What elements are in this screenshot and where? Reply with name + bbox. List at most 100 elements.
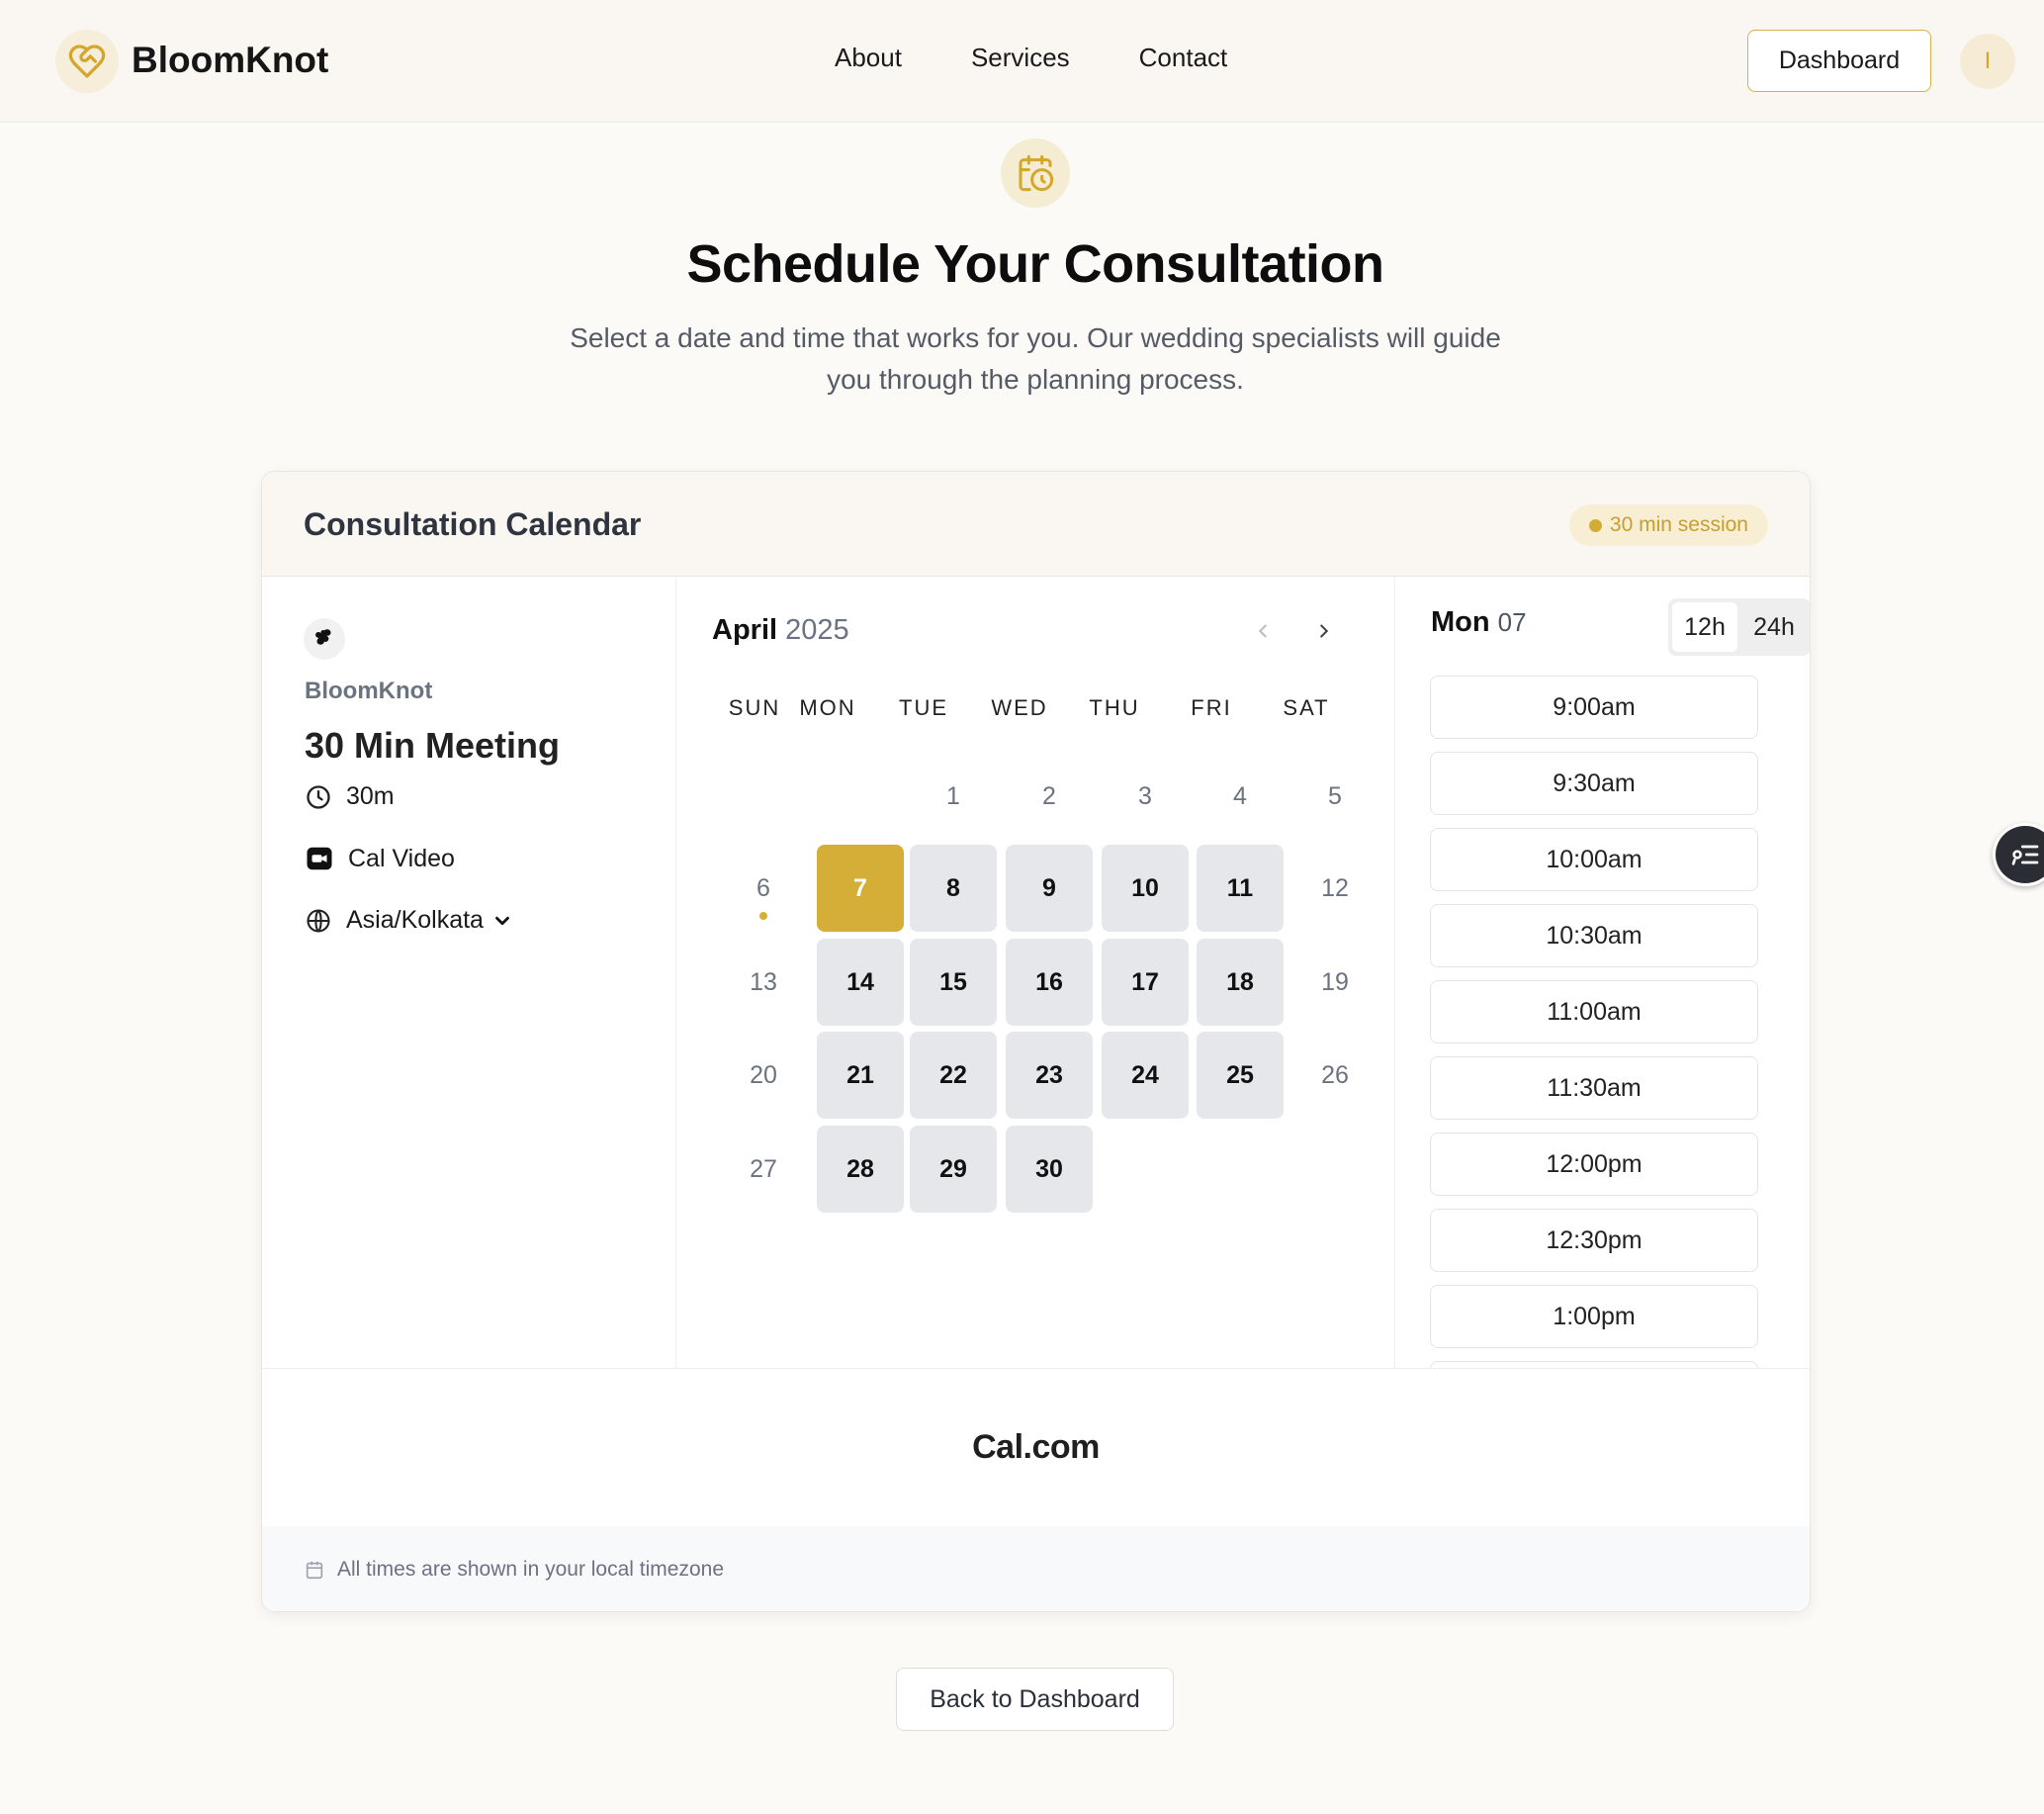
video-icon xyxy=(307,847,332,870)
booking-embed: BloomKnot 30 Min Meeting 30m Cal Video A… xyxy=(262,577,1810,1368)
time-slot-button[interactable]: 9:30am xyxy=(1430,752,1758,815)
weekday-fri: FRI xyxy=(1191,695,1232,720)
calendar-day-21[interactable]: 21 xyxy=(817,1032,904,1119)
subtitle-line-2: you through the planning process. xyxy=(827,364,1244,395)
card-title: Consultation Calendar xyxy=(304,506,642,542)
prev-month-button[interactable] xyxy=(1248,616,1278,646)
chevron-right-icon xyxy=(1320,624,1329,638)
org-avatar-icon xyxy=(304,618,345,660)
calendar-day-29[interactable]: 29 xyxy=(910,1126,997,1213)
calendar-day-11[interactable]: 11 xyxy=(1197,845,1284,932)
calendar-day-26: 26 xyxy=(1321,1060,1349,1089)
calendar-day-4: 4 xyxy=(1233,781,1247,810)
calendar-day-3: 3 xyxy=(1138,781,1152,810)
list-settings-icon xyxy=(2011,845,2039,865)
date-picker: April 2025 SUN MON TUE WED THU FRI SAT 1234567… xyxy=(676,577,1395,1368)
calendar-day-17[interactable]: 17 xyxy=(1102,939,1189,1026)
time-slot-button[interactable]: 9:00am xyxy=(1430,676,1758,739)
card-footer: All times are shown in your local timezo… xyxy=(262,1526,1810,1611)
globe-icon xyxy=(307,908,330,933)
calendar-day-20: 20 xyxy=(750,1060,777,1089)
session-badge-label: 30 min session xyxy=(1609,513,1748,536)
calendar-icon xyxy=(306,1561,323,1580)
selected-day-number: 07 xyxy=(1497,607,1527,637)
status-dot-icon xyxy=(1588,518,1602,532)
calendar-day-10[interactable]: 10 xyxy=(1102,845,1189,932)
weekday-sat: SAT xyxy=(1283,695,1330,720)
duration-label: 30m xyxy=(346,782,395,810)
time-slot-button[interactable]: 12:00pm xyxy=(1430,1133,1758,1196)
calendar-day-25[interactable]: 25 xyxy=(1197,1032,1284,1119)
floating-menu-button[interactable] xyxy=(1993,823,2044,886)
duration-row: 30m xyxy=(305,782,395,811)
time-slot-button[interactable]: 11:30am xyxy=(1430,1056,1758,1120)
event-title: 30 Min Meeting xyxy=(305,725,561,766)
time-slot-button[interactable]: 10:00am xyxy=(1430,828,1758,891)
clock-icon xyxy=(307,784,330,809)
calendar-day-13: 13 xyxy=(750,967,777,996)
dashboard-button[interactable]: Dashboard xyxy=(1747,30,1931,92)
month-heading: April 2025 xyxy=(712,614,849,647)
location-row: Cal Video xyxy=(305,844,455,873)
card-header: Consultation Calendar 30 min session xyxy=(262,472,1810,577)
calendar-day-16[interactable]: 16 xyxy=(1006,939,1093,1026)
back-to-dashboard-button[interactable]: Back to Dashboard xyxy=(896,1668,1174,1731)
location-label: Cal Video xyxy=(348,844,455,872)
subtitle-line-1: Select a date and time that works for yo… xyxy=(570,322,1501,353)
month-label: April xyxy=(712,614,778,646)
calendar-day-22[interactable]: 22 xyxy=(910,1032,997,1119)
calendar-day-2: 2 xyxy=(1042,781,1056,810)
nav-link-about[interactable]: About xyxy=(835,43,902,73)
calendar-day-9[interactable]: 9 xyxy=(1006,845,1093,932)
calendar-day-7[interactable]: 7 xyxy=(817,845,904,932)
selected-day-heading: Mon 07 xyxy=(1431,606,1527,639)
timezone-label: Asia/Kolkata xyxy=(346,906,484,934)
calendar-day-19: 19 xyxy=(1321,967,1349,996)
time-slot-button[interactable]: 1:30pm xyxy=(1430,1361,1758,1368)
consultation-card: Consultation Calendar 30 min session Blo… xyxy=(261,471,1811,1612)
weekday-mon: MON xyxy=(799,695,856,720)
nav-link-contact[interactable]: Contact xyxy=(1139,43,1228,73)
weekday-tue: TUE xyxy=(899,695,948,720)
session-badge: 30 min session xyxy=(1568,504,1768,546)
time-slot-button[interactable]: 12:30pm xyxy=(1430,1209,1758,1272)
timezone-select[interactable]: Asia/Kolkata xyxy=(305,906,513,935)
next-month-button[interactable] xyxy=(1309,616,1339,646)
calendar-day-15[interactable]: 15 xyxy=(910,939,997,1026)
calendar-day-1: 1 xyxy=(946,781,960,810)
page-subtitle: Select a date and time that works for yo… xyxy=(514,317,1556,401)
calendar-day-24[interactable]: 24 xyxy=(1102,1032,1189,1119)
calendar-day-14[interactable]: 14 xyxy=(817,939,904,1026)
calendar-day-8[interactable]: 8 xyxy=(910,845,997,932)
nav-link-services[interactable]: Services xyxy=(971,43,1070,73)
nav-links: About Services Contact xyxy=(835,43,1227,73)
time-slot-button[interactable]: 10:30am xyxy=(1430,904,1758,967)
brand-name[interactable]: BloomKnot xyxy=(132,40,328,81)
weekday-wed: WED xyxy=(991,695,1048,720)
weekday-thu: THU xyxy=(1089,695,1140,720)
powered-by-logo[interactable]: Cal.com xyxy=(262,1368,1810,1526)
calendar-day-12: 12 xyxy=(1321,873,1349,902)
chevron-left-icon xyxy=(1258,624,1267,638)
time-format-toggle: 12h 24h xyxy=(1668,598,1810,656)
calendar-day-23[interactable]: 23 xyxy=(1006,1032,1093,1119)
today-indicator-dot xyxy=(759,912,767,920)
calendar-day-28[interactable]: 28 xyxy=(817,1126,904,1213)
brand-logo-icon[interactable] xyxy=(55,30,119,93)
calendar-day-30[interactable]: 30 xyxy=(1006,1126,1093,1213)
timezone-note: All times are shown in your local timezo… xyxy=(337,1558,725,1581)
format-24h-option[interactable]: 24h xyxy=(1741,602,1807,652)
year-label: 2025 xyxy=(785,614,849,646)
top-navbar: BloomKnot About Services Contact Dashboa… xyxy=(0,0,2044,123)
selected-day-name: Mon xyxy=(1431,606,1490,638)
format-12h-option[interactable]: 12h xyxy=(1672,602,1737,652)
calendar-clock-icon xyxy=(1001,138,1070,208)
user-avatar[interactable]: I xyxy=(1960,34,2015,89)
event-info-panel: BloomKnot 30 Min Meeting 30m Cal Video A… xyxy=(262,577,676,1368)
time-slot-button[interactable]: 11:00am xyxy=(1430,980,1758,1043)
time-slot-button[interactable]: 1:00pm xyxy=(1430,1285,1758,1348)
org-name: BloomKnot xyxy=(305,678,433,704)
calendar-day-5: 5 xyxy=(1328,781,1342,810)
calendar-day-18[interactable]: 18 xyxy=(1197,939,1284,1026)
time-slots-panel: Mon 07 12h 24h 9:00am 9:30am 10:00am 10:30a… xyxy=(1395,577,1810,1368)
